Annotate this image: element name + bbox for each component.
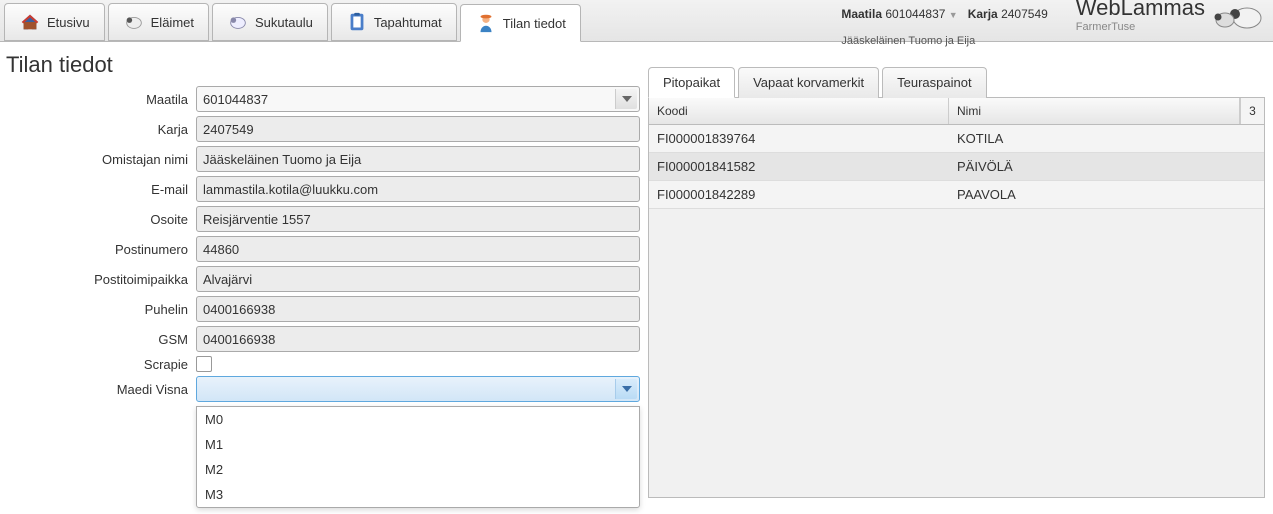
cell-nimi: PAAVOLA [949,181,1264,208]
postitoimipaikka-input[interactable] [196,266,640,292]
label-osoite: Osoite [4,212,196,227]
label-karja: Karja [4,122,196,137]
label-gsm: GSM [4,332,196,347]
chevron-down-icon [615,379,637,399]
tab-label: Sukutaulu [255,15,313,30]
maedi-visna-dropdown: M0 M1 M2 M3 [196,406,640,508]
label-omistaja: Omistajan nimi [4,152,196,167]
cell-koodi: FI000001842289 [649,181,949,208]
pedigree-icon [227,11,249,33]
maedi-option-m3[interactable]: M3 [197,482,639,507]
label-maedi-visna: Maedi Visna [4,382,196,397]
omistaja-input[interactable] [196,146,640,172]
tab-elaimet[interactable]: Eläimet [108,3,209,41]
tab-etusivu[interactable]: Etusivu [4,3,105,41]
tab-sukutaulu[interactable]: Sukutaulu [212,3,328,41]
label-email: E-mail [4,182,196,197]
maedi-visna-combo[interactable] [196,376,640,402]
chevron-down-icon: ▼ [949,10,958,20]
maedi-option-m1[interactable]: M1 [197,432,639,457]
postinumero-input[interactable] [196,236,640,262]
rtab-teuraspainot[interactable]: Teuraspainot [882,67,986,98]
grid-row-count: 3 [1240,98,1264,124]
header-maatila[interactable]: Maatila 601044837 ▼ [841,7,957,21]
maedi-option-m0[interactable]: M0 [197,407,639,432]
karja-input[interactable] [196,116,640,142]
tab-label: Eläimet [151,15,194,30]
gsm-input[interactable] [196,326,640,352]
page-title: Tilan tiedot [4,46,640,86]
sheep-logo-icon [1211,0,1265,30]
pitopaikat-grid: Koodi Nimi 3 FI000001839764 KOTILA FI000… [648,98,1265,498]
chevron-down-icon [615,89,637,109]
osoite-input[interactable] [196,206,640,232]
label-postitoimipaikka: Postitoimipaikka [4,272,196,287]
col-header-koodi[interactable]: Koodi [649,98,949,124]
email-input[interactable] [196,176,640,202]
sheep-icon [123,11,145,33]
label-puhelin: Puhelin [4,302,196,317]
tab-label: Etusivu [47,15,90,30]
maedi-option-m2[interactable]: M2 [197,457,639,482]
header-karja: Karja 2407549 [968,7,1048,21]
clipboard-icon [346,11,368,33]
tab-label: Tapahtumat [374,15,442,30]
table-row[interactable]: FI000001842289 PAAVOLA [649,181,1264,209]
brand-title: WebLammas [1076,0,1205,21]
label-maatila: Maatila [4,92,196,107]
maatila-combo[interactable]: 601044837 [196,86,640,112]
puhelin-input[interactable] [196,296,640,322]
farmer-icon [475,12,497,34]
cell-nimi: PÄIVÖLÄ [949,153,1264,180]
tab-label: Tilan tiedot [503,16,566,31]
cell-koodi: FI000001841582 [649,153,949,180]
label-scrapie: Scrapie [4,357,196,372]
brand-subtitle: FarmerTuse [1076,21,1205,33]
cell-koodi: FI000001839764 [649,125,949,152]
table-row[interactable]: FI000001839764 KOTILA [649,125,1264,153]
table-row[interactable]: FI000001841582 PÄIVÖLÄ [649,153,1264,181]
rtab-pitopaikat[interactable]: Pitopaikat [648,67,735,98]
cell-nimi: KOTILA [949,125,1264,152]
tab-tilan-tiedot[interactable]: Tilan tiedot [460,4,581,42]
home-icon [19,11,41,33]
label-postinumero: Postinumero [4,242,196,257]
scrapie-checkbox[interactable] [196,356,212,372]
col-header-nimi[interactable]: Nimi [949,98,1240,124]
header-user: Jääskeläinen Tuomo ja Eija [841,35,1065,47]
rtab-vapaat-korvamerkit[interactable]: Vapaat korvamerkit [738,67,879,98]
tab-tapahtumat[interactable]: Tapahtumat [331,3,457,41]
